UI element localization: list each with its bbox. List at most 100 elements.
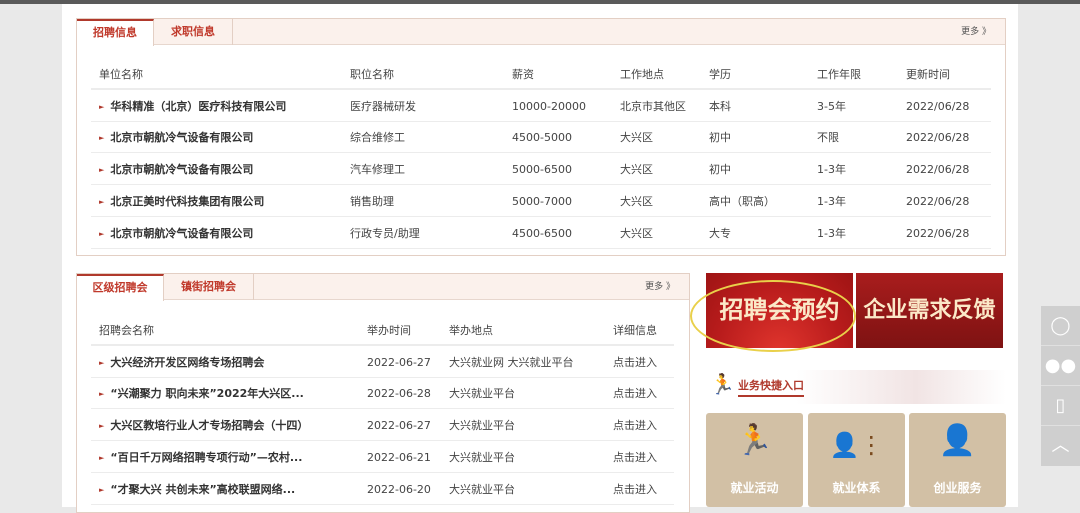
- table-cell: 不限: [817, 122, 839, 153]
- cell-text: 大专: [709, 226, 731, 240]
- column-header: 举办地点: [449, 315, 493, 346]
- bullet-icon: ►: [99, 390, 105, 399]
- cell-text: 行政专员/助理: [350, 226, 420, 240]
- table-cell[interactable]: 点击进入: [613, 347, 657, 378]
- tab-town-fairs[interactable]: 镇街招聘会: [164, 274, 254, 300]
- tab-district-fairs[interactable]: 区级招聘会: [77, 274, 164, 301]
- cell-text: 2022/06/28: [906, 99, 970, 113]
- table-row[interactable]: ► 北京市朝航冷气设备有限公司 行政专员/助理 4500-6500 大兴区 大专 1-3年 2…: [91, 218, 991, 249]
- table-cell: 大兴就业平台: [449, 474, 515, 505]
- table-cell: 1-3年: [817, 154, 846, 185]
- tile-entrepreneurship-services[interactable]: 👤 创业服务: [909, 413, 1006, 507]
- table-cell[interactable]: ► 北京市朝航冷气设备有限公司: [99, 154, 253, 186]
- tab-job-seeking[interactable]: 求职信息: [154, 19, 233, 45]
- bullet-icon: ►: [99, 358, 105, 367]
- table-row[interactable]: ► “兴潮聚力 职向未来”2022年大兴区... 2022-06-28 大兴就业平台 点…: [91, 378, 674, 410]
- jobs-more-link[interactable]: 更多 》: [961, 19, 991, 45]
- column-header: 薪资: [512, 59, 534, 90]
- org-chart-icon: 👤⋮: [829, 431, 884, 459]
- table-cell[interactable]: 点击进入: [613, 378, 657, 409]
- table-cell[interactable]: ► “百日千万网络招聘专项行动”—农村...: [99, 442, 302, 474]
- tile-employment-activities[interactable]: 🏃 就业活动: [706, 413, 803, 507]
- table-cell[interactable]: 点击进入: [613, 410, 657, 441]
- side-toolbar: ◯ ●● ▯ ︿: [1041, 306, 1080, 466]
- column-header: 职位名称: [350, 59, 394, 90]
- cell-text: 工作地点: [620, 68, 664, 81]
- table-row[interactable]: ► 北京正美时代科技集团有限公司 销售助理 5000-7000 大兴区 高中（职高） 1-3…: [91, 186, 991, 217]
- running-man-icon: 🏃: [735, 423, 774, 458]
- table-cell: 1-3年: [817, 218, 846, 249]
- bullet-icon: ►: [99, 166, 105, 175]
- table-cell[interactable]: 点击进入: [613, 474, 657, 505]
- fair-booking-banner[interactable]: 招聘会预约: [706, 273, 853, 348]
- cell-text: 举办地点: [449, 324, 493, 337]
- table-cell[interactable]: ► 北京市朝航冷气设备有限公司: [99, 218, 253, 250]
- fairs-more-link[interactable]: 更多 》: [645, 274, 675, 300]
- table-cell: 2022/06/28: [906, 218, 969, 249]
- table-row[interactable]: ► “才聚大兴 共创未来”高校联盟网络... 2022-06-20 大兴就业平台 点击进…: [91, 474, 674, 505]
- table-cell: 大兴就业平台: [449, 378, 515, 409]
- cell-text: 薪资: [512, 68, 534, 81]
- fairs-tabbar: 区级招聘会 镇街招聘会 更多 》: [77, 274, 689, 301]
- column-header: 更新时间: [906, 59, 950, 90]
- cell-text: 2022/06/28: [906, 194, 970, 208]
- cell-text: “兴潮聚力 职向未来”2022年大兴区...: [110, 387, 304, 401]
- cell-text: 大兴就业平台: [449, 482, 515, 496]
- table-cell: 大兴区: [620, 218, 653, 249]
- cell-text: 招聘会名称: [99, 324, 154, 337]
- cell-text: 2022/06/28: [906, 131, 970, 145]
- column-header: 工作地点: [620, 59, 664, 90]
- cell-text: 大兴就业网 大兴就业平台: [449, 355, 574, 369]
- user-icon[interactable]: ◯: [1041, 306, 1080, 346]
- cell-text: 不限: [817, 131, 839, 145]
- cell-text: 1-3年: [817, 163, 846, 177]
- table-cell: 汽车修理工: [350, 154, 405, 185]
- cell-text: 北京正美时代科技集团有限公司: [110, 194, 265, 208]
- cell-text: 2022-06-20: [367, 482, 431, 496]
- cell-text: 2022/06/28: [906, 163, 970, 177]
- running-man-icon: 🏃: [710, 372, 735, 396]
- table-cell[interactable]: ► 北京市朝航冷气设备有限公司: [99, 122, 253, 154]
- cell-text: 详细信息: [613, 324, 657, 337]
- table-cell[interactable]: ► 大兴区教培行业人才专场招聘会（十四）: [99, 410, 308, 442]
- column-header: 详细信息: [613, 315, 657, 346]
- table-cell: 高中（职高）: [709, 186, 775, 217]
- cell-text: 2022-06-28: [367, 387, 431, 401]
- bullet-icon: ►: [99, 485, 105, 494]
- bullet-icon: ►: [99, 102, 105, 111]
- table-cell: 1-3年: [817, 186, 846, 217]
- table-cell[interactable]: 点击进入: [613, 442, 657, 473]
- table-row[interactable]: ► 北京市朝航冷气设备有限公司 汽车修理工 5000-6500 大兴区 初中 1-3年 202…: [91, 154, 991, 186]
- table-cell: 行政专员/助理: [350, 218, 420, 249]
- table-row[interactable]: ► 北京市朝航冷气设备有限公司 综合维修工 4500-5000 大兴区 初中 不限 2022/…: [91, 122, 991, 154]
- tab-recruitment[interactable]: 招聘信息: [77, 19, 154, 46]
- mobile-icon[interactable]: ▯: [1041, 386, 1080, 426]
- table-cell[interactable]: ► 北京正美时代科技集团有限公司: [99, 186, 264, 218]
- cell-text: 销售助理: [350, 194, 394, 208]
- table-cell: 大兴区: [620, 154, 653, 185]
- wechat-icon[interactable]: ●●: [1041, 346, 1080, 386]
- cell-text: 大兴就业平台: [449, 450, 515, 464]
- table-cell[interactable]: ► “才聚大兴 共创未来”高校联盟网络...: [99, 474, 295, 506]
- enterprise-feedback-banner[interactable]: 企业需求反馈: [856, 273, 1003, 348]
- cell-text: 5000-7000: [512, 194, 572, 208]
- cell-text: 华科精准（北京）医疗科技有限公司: [110, 99, 287, 113]
- cell-text: 点击进入: [613, 355, 657, 369]
- cell-text: 高中（职高）: [709, 194, 775, 208]
- table-row[interactable]: ► 大兴区教培行业人才专场招聘会（十四） 2022-06-27 大兴就业平台 点击进入: [91, 410, 674, 442]
- bullet-icon: ►: [99, 453, 105, 462]
- table-cell[interactable]: ► “兴潮聚力 职向未来”2022年大兴区...: [99, 378, 304, 410]
- fairs-panel: 区级招聘会 镇街招聘会 更多 》 招聘会名称 举办时间 举办地点 详细信息 ► 大兴经济开…: [76, 273, 690, 513]
- table-cell: 2022-06-20: [367, 474, 431, 505]
- table-row[interactable]: ► 大兴经济开发区网络专场招聘会 2022-06-27 大兴就业网 大兴就业平台 点击进…: [91, 347, 674, 378]
- cell-text: 大兴经济开发区网络专场招聘会: [110, 355, 265, 369]
- table-row[interactable]: ► 华科精准（北京）医疗科技有限公司 医疗器械研发 10000-20000 北京市其他区…: [91, 91, 991, 122]
- cell-text: 点击进入: [613, 482, 657, 496]
- tile-employment-system[interactable]: 👤⋮ 就业体系: [808, 413, 905, 507]
- table-header: 招聘会名称 举办时间 举办地点 详细信息: [91, 315, 674, 346]
- table-cell[interactable]: ► 华科精准（北京）医疗科技有限公司: [99, 91, 286, 123]
- back-to-top-icon[interactable]: ︿: [1041, 426, 1080, 466]
- table-cell[interactable]: ► 大兴经济开发区网络专场招聘会: [99, 347, 264, 379]
- table-row[interactable]: ► “百日千万网络招聘专项行动”—农村... 2022-06-21 大兴就业平台 点击进…: [91, 442, 674, 473]
- table-cell: 大专: [709, 218, 731, 249]
